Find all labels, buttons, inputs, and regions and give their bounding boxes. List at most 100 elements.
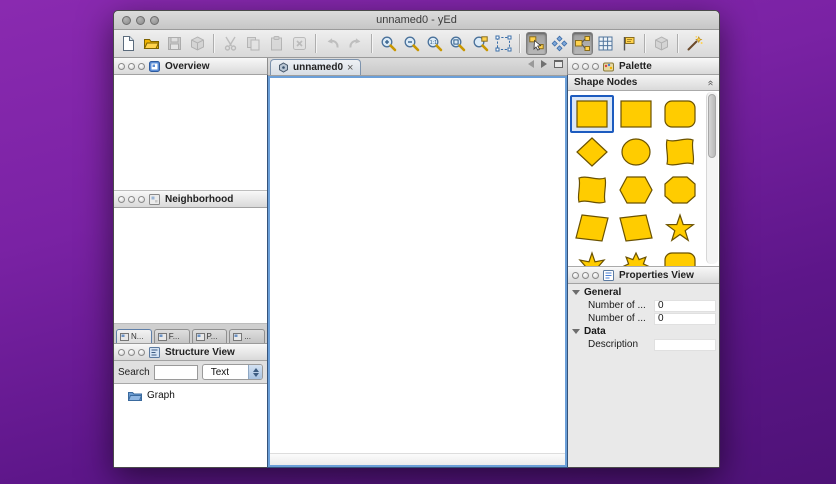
palette-panel-title: Palette	[619, 61, 652, 72]
palette-panel-header[interactable]: Palette	[568, 58, 719, 75]
dock-tab-successors[interactable]: ...	[229, 329, 265, 343]
search-mode-value: Text	[210, 366, 230, 378]
tree-item-graph[interactable]: Graph	[128, 390, 267, 401]
palette-panel-detach-icon[interactable]	[592, 63, 599, 70]
properties-panel-minimize-icon[interactable]	[582, 272, 589, 279]
local-view-button[interactable]	[572, 32, 593, 55]
left-dock: Overview Neighborhood N... F... P... ...…	[114, 58, 268, 467]
svg-text:1:1: 1:1	[430, 40, 438, 46]
property-row[interactable]: Number of ... 0	[568, 312, 719, 325]
zoom-out-button[interactable]	[401, 32, 422, 55]
open-file-button[interactable]	[141, 32, 162, 55]
palette-shape-ellipse[interactable]	[614, 133, 658, 171]
palette-scrollbar[interactable]	[706, 92, 718, 264]
dock-tab-strip: N... F... P... ...	[114, 324, 267, 344]
zoom-original-button[interactable]: 1:1	[424, 32, 445, 55]
document-tab-unnamed0[interactable]: unnamed0 ×	[270, 59, 362, 75]
yed-window: unnamed0 - yEd 1:1 Overview Neighborhood…	[113, 10, 720, 468]
structure-view-panel-header[interactable]: Structure View	[114, 344, 267, 361]
palette-icon	[603, 62, 614, 72]
structure-view-panel-title: Structure View	[165, 347, 235, 358]
export-3d-button	[187, 32, 208, 55]
property-group-data[interactable]: Data	[568, 325, 719, 338]
structure-panel-close-icon[interactable]	[118, 349, 125, 356]
stepper-icon[interactable]	[248, 365, 262, 379]
overview-viewport[interactable]	[114, 75, 267, 191]
title-bar[interactable]: unnamed0 - yEd	[114, 11, 719, 30]
wizard-button[interactable]	[684, 32, 705, 55]
graph-document-icon	[279, 62, 288, 73]
next-tab-icon[interactable]	[541, 60, 547, 68]
structure-panel-detach-icon[interactable]	[138, 349, 145, 356]
palette-shape-square-2[interactable]	[614, 95, 658, 133]
shape-nodes-section-title: Shape Nodes	[574, 77, 638, 88]
search-input[interactable]	[153, 364, 198, 380]
search-mode-select[interactable]: Text	[201, 364, 263, 380]
toolbar-separator	[519, 34, 521, 53]
palette-shape-star-6[interactable]	[570, 247, 614, 266]
zoom-in-button[interactable]	[378, 32, 399, 55]
neighborhood-viewport[interactable]	[114, 208, 267, 324]
canvas-horizontal-scrollbar[interactable]	[270, 453, 565, 465]
collapse-triangle-icon[interactable]	[572, 290, 580, 295]
graph-canvas[interactable]	[267, 75, 568, 468]
dock-tab-folder-contents[interactable]: F...	[153, 329, 190, 343]
canvas-wrap	[267, 75, 568, 468]
layout-mode-button[interactable]	[549, 32, 570, 55]
neighborhood-panel-detach-icon[interactable]	[138, 196, 145, 203]
overview-panel-detach-icon[interactable]	[138, 63, 145, 70]
properties-view-panel-header[interactable]: Properties View	[568, 267, 719, 284]
palette-shape-square[interactable]	[570, 95, 614, 133]
structure-search-row: Search Text	[114, 361, 267, 384]
edit-mode-button[interactable]	[526, 32, 547, 55]
flag-button[interactable]	[618, 32, 639, 55]
grid-button[interactable]	[595, 32, 616, 55]
properties-panel-close-icon[interactable]	[572, 272, 579, 279]
collapse-triangle-icon[interactable]	[572, 329, 580, 334]
palette-scrollbar-thumb[interactable]	[708, 94, 716, 158]
neighborhood-panel-header[interactable]: Neighborhood	[114, 191, 267, 208]
palette-panel-close-icon[interactable]	[572, 63, 579, 70]
shape-nodes-section-header[interactable]: Shape Nodes «	[568, 75, 719, 91]
neighborhood-panel-close-icon[interactable]	[118, 196, 125, 203]
zoom-to-selection-button[interactable]	[470, 32, 491, 55]
properties-panel-detach-icon[interactable]	[592, 272, 599, 279]
cut-button	[220, 32, 241, 55]
palette-panel-minimize-icon[interactable]	[582, 63, 589, 70]
tab-close-icon[interactable]: ×	[347, 62, 353, 73]
tree-item-label: Graph	[147, 390, 175, 401]
palette-shape-wave-rectangle-2[interactable]	[570, 171, 614, 209]
collapse-section-icon[interactable]: «	[705, 80, 716, 86]
select-area-button[interactable]	[493, 32, 514, 55]
property-row[interactable]: Number of ... 0	[568, 299, 719, 312]
dock-tab-predecessors[interactable]: P...	[191, 329, 228, 343]
overview-panel-close-icon[interactable]	[118, 63, 125, 70]
neighborhood-panel-minimize-icon[interactable]	[128, 196, 135, 203]
prev-tab-icon[interactable]	[528, 60, 534, 68]
maximize-view-icon[interactable]	[554, 60, 563, 68]
palette-shape-star-5[interactable]	[658, 209, 702, 247]
overview-panel-minimize-icon[interactable]	[128, 63, 135, 70]
dock-tab-neighborhood[interactable]: N...	[116, 329, 152, 343]
overview-panel-header[interactable]: Overview	[114, 58, 267, 75]
neighborhood-icon	[149, 194, 160, 205]
palette-shape-wave-rectangle[interactable]	[658, 133, 702, 171]
redo-button	[345, 32, 366, 55]
palette-shape-octagon[interactable]	[658, 171, 702, 209]
palette-shape-parallelogram[interactable]	[570, 209, 614, 247]
copy-icon	[247, 37, 260, 51]
palette-shape-round-rectangle[interactable]	[658, 95, 702, 133]
new-document-button[interactable]	[118, 32, 139, 55]
palette-shape-star-8[interactable]	[614, 247, 658, 266]
redo-icon	[349, 38, 361, 48]
property-row[interactable]: Description	[568, 338, 719, 351]
palette-shape-trapezoid[interactable]	[614, 209, 658, 247]
property-group-general[interactable]: General	[568, 286, 719, 299]
palette-shape-round-rectangle-2[interactable]	[658, 247, 702, 266]
structure-panel-minimize-icon[interactable]	[128, 349, 135, 356]
fit-content-button[interactable]	[447, 32, 468, 55]
palette-shape-diamond[interactable]	[570, 133, 614, 171]
wave-rectangle-icon	[665, 138, 695, 166]
palette-shape-hexagon[interactable]	[614, 171, 658, 209]
overview-icon	[149, 61, 160, 72]
